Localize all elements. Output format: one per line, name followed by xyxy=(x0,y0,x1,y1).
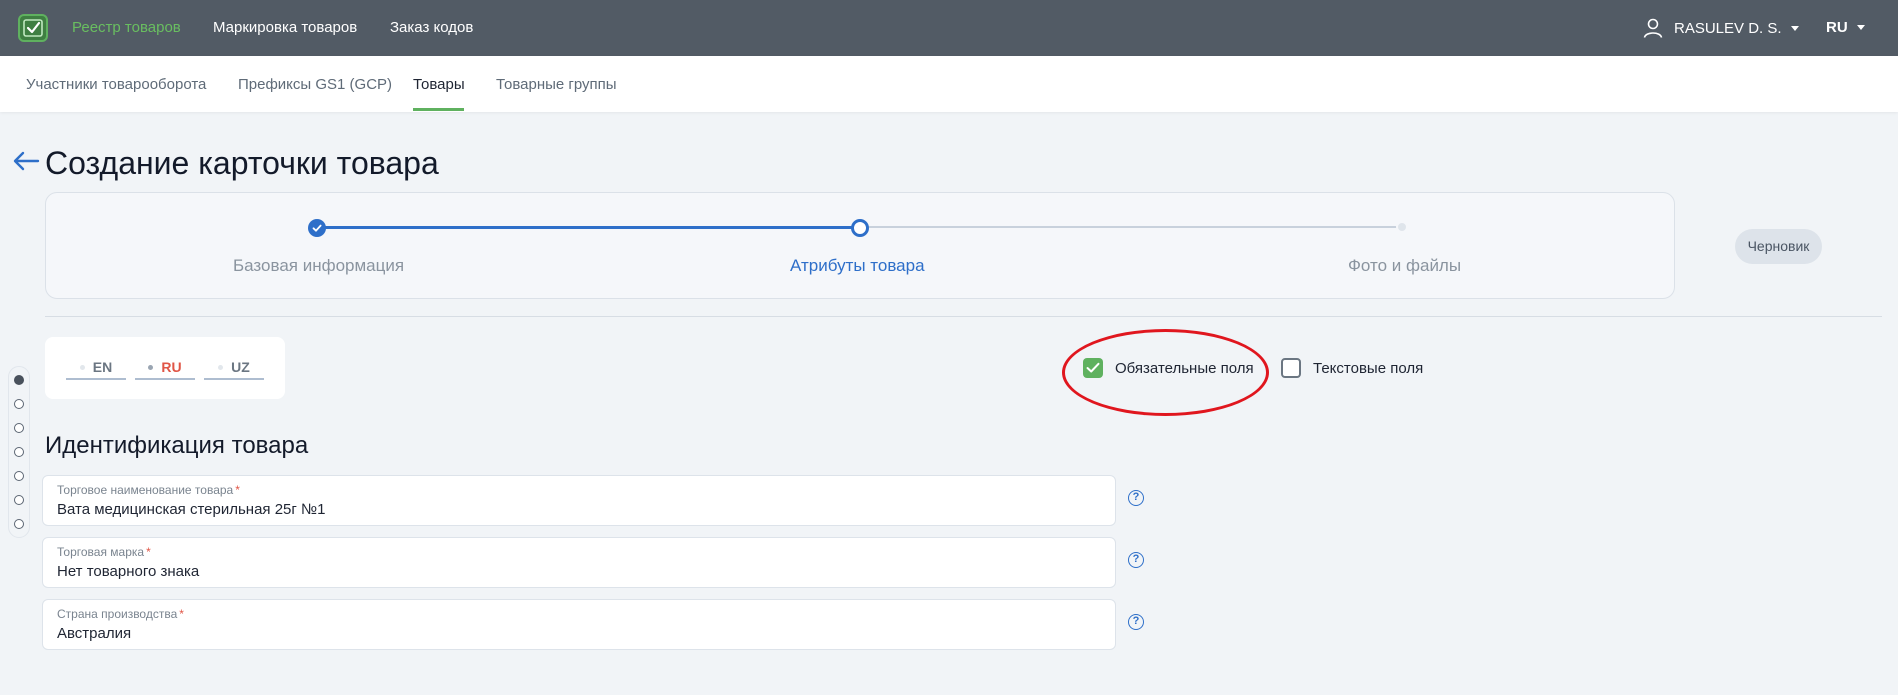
field-value: Австралия xyxy=(57,625,132,642)
step-label-photos-files[interactable]: Фото и файлы xyxy=(1348,256,1461,276)
status-dot-icon xyxy=(218,365,224,370)
section-nav-dot[interactable] xyxy=(14,519,24,529)
help-icon[interactable]: ? xyxy=(1128,552,1144,568)
step-done-icon[interactable] xyxy=(308,219,326,237)
section-nav-dot[interactable] xyxy=(14,471,24,481)
lang-tab-ru[interactable]: RU xyxy=(135,359,195,380)
top-navbar: Реестр товаров Маркировка товаров Заказ … xyxy=(0,0,1898,56)
section-nav-dot[interactable] xyxy=(14,495,24,505)
step-current-indicator[interactable] xyxy=(851,219,869,237)
status-badge: Черновик xyxy=(1735,229,1822,264)
help-icon[interactable]: ? xyxy=(1128,490,1144,506)
section-title: Идентификация товара xyxy=(45,432,309,459)
language-selector[interactable]: RU xyxy=(1826,19,1865,36)
stepper-progress-line xyxy=(317,226,860,229)
stepper-card xyxy=(45,192,1675,299)
sub-navbar: Участники товарооборота Префиксы GS1 (GC… xyxy=(0,56,1898,112)
lang-tab-uz[interactable]: UZ xyxy=(204,359,264,380)
step-label-basic-info[interactable]: Базовая информация xyxy=(233,256,404,276)
tab-gs1-prefixes[interactable]: Префиксы GS1 (GCP) xyxy=(238,76,392,93)
language-value: RU xyxy=(1826,19,1848,36)
text-fields-checkbox[interactable] xyxy=(1281,358,1301,378)
app-logo-icon[interactable] xyxy=(18,14,48,42)
trade-name-field[interactable]: Торговое наименование товара * Вата медиц… xyxy=(42,475,1116,526)
language-tabs: EN RU UZ xyxy=(45,337,285,399)
active-tab-indicator xyxy=(413,108,464,111)
section-nav-dot[interactable] xyxy=(14,375,24,385)
field-label: Страна производства * xyxy=(57,607,184,621)
lang-tab-en[interactable]: EN xyxy=(66,359,126,380)
status-dot-icon xyxy=(148,365,154,370)
section-nav-dot[interactable] xyxy=(14,423,24,433)
divider xyxy=(45,316,1882,317)
field-label: Торговая марка * xyxy=(57,545,151,559)
status-dot-icon xyxy=(79,365,85,370)
trademark-field[interactable]: Торговая марка * Нет товарного знака xyxy=(42,537,1116,588)
user-name: RASULEV D. S. xyxy=(1674,19,1782,37)
section-nav-dot[interactable] xyxy=(14,399,24,409)
section-nav-dot[interactable] xyxy=(14,447,24,457)
page-title: Создание карточки товара xyxy=(45,145,439,181)
text-fields-label[interactable]: Текстовые поля xyxy=(1313,360,1423,377)
stepper-remaining-line xyxy=(860,226,1402,228)
field-label: Торговое наименование товара * xyxy=(57,483,240,497)
tab-participants[interactable]: Участники товарооборота xyxy=(26,76,206,93)
user-icon xyxy=(1643,18,1663,38)
chevron-down-icon xyxy=(1856,25,1865,30)
annotation-ellipse xyxy=(1062,329,1269,416)
user-menu[interactable]: RASULEV D. S. xyxy=(1642,17,1799,39)
nav-registry-link[interactable]: Реестр товаров xyxy=(72,19,181,36)
chevron-down-icon xyxy=(1790,25,1799,31)
help-icon[interactable]: ? xyxy=(1128,614,1144,630)
step-label-attributes[interactable]: Атрибуты товара xyxy=(790,256,925,276)
tab-products[interactable]: Товары xyxy=(413,76,465,93)
nav-marking-link[interactable]: Маркировка товаров xyxy=(213,19,357,36)
nav-order-codes-link[interactable]: Заказ кодов xyxy=(390,19,473,36)
tab-product-groups[interactable]: Товарные группы xyxy=(496,76,617,93)
back-arrow-icon[interactable] xyxy=(12,150,40,177)
field-value: Нет товарного знака xyxy=(57,563,200,580)
country-of-origin-field[interactable]: Страна производства * Австралия xyxy=(42,599,1116,650)
field-value: Вата медицинская стерильная 25г №1 xyxy=(57,501,326,518)
step-todo-indicator[interactable] xyxy=(1396,221,1408,233)
